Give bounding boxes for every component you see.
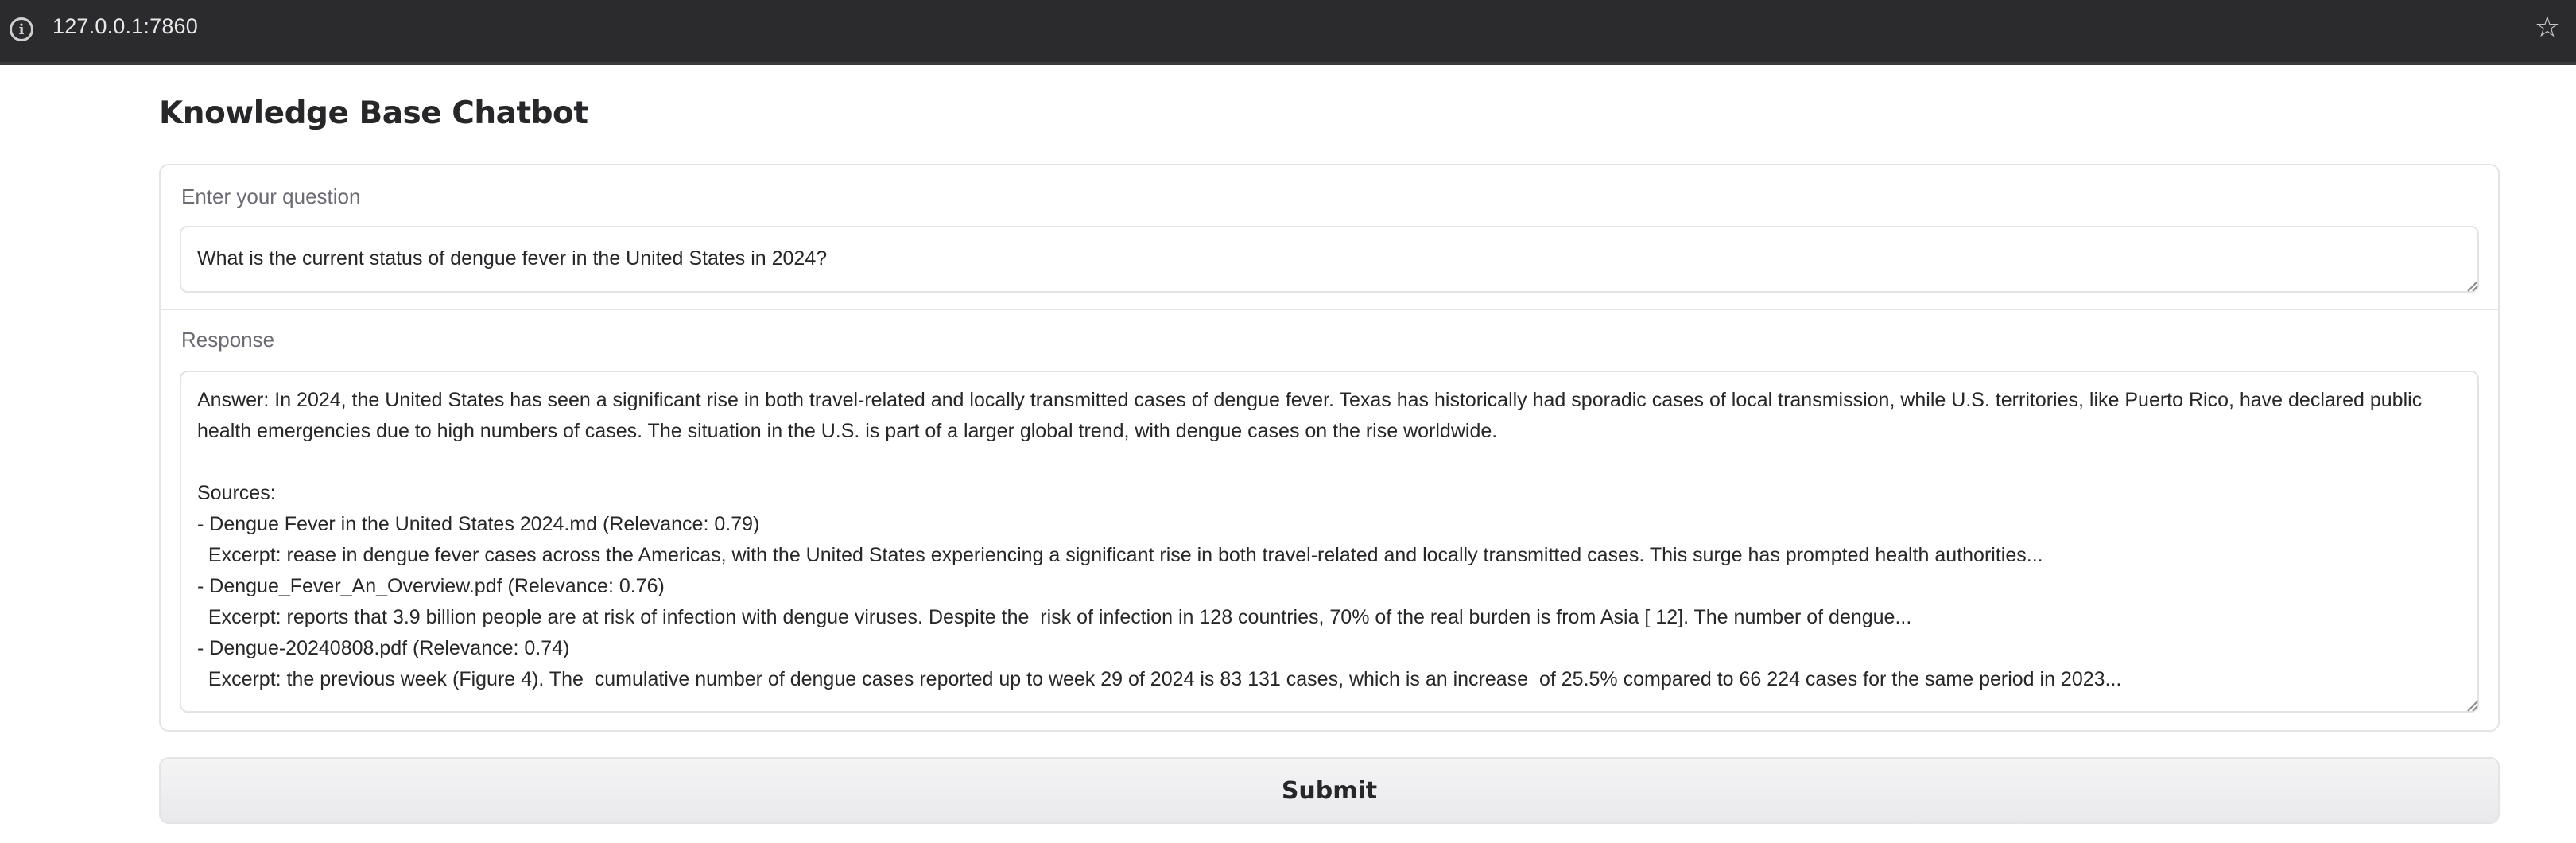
question-input[interactable]: What is the current status of dengue fev…	[180, 226, 2479, 293]
submit-button[interactable]: Submit	[159, 757, 2500, 824]
response-output[interactable]: Answer: In 2024, the United States has s…	[180, 371, 2479, 713]
question-label: Enter your question	[181, 185, 361, 208]
question-resize-handle-icon[interactable]	[2465, 278, 2479, 293]
browser-address-bar: i 127.0.0.1:7860 ☆	[0, 0, 2576, 65]
response-resize-handle-icon[interactable]	[2465, 698, 2479, 713]
star-icon[interactable]: ☆	[2535, 13, 2560, 41]
page-title: Knowledge Base Chatbot	[159, 95, 588, 131]
info-icon[interactable]: i	[10, 17, 33, 41]
url-field[interactable]: 127.0.0.1:7860	[52, 14, 198, 39]
response-label: Response	[181, 328, 275, 352]
form-panel: Enter your question What is the current …	[159, 164, 2500, 732]
section-divider	[161, 309, 2498, 310]
